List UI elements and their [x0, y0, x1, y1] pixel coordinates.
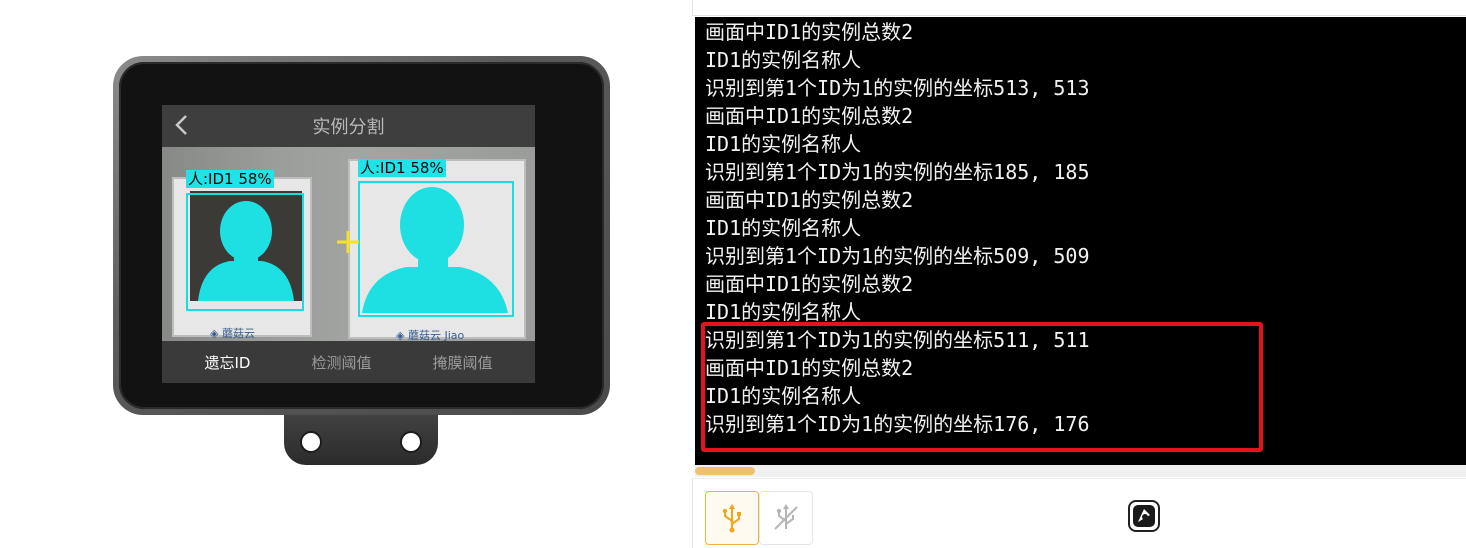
detection-box	[358, 181, 514, 317]
detection-box	[186, 193, 304, 311]
detection-label: 人:ID1 58%	[186, 170, 274, 188]
mask-threshold-button[interactable]: 掩膜阈值	[432, 352, 492, 373]
console-line: ID1的实例名称人	[705, 216, 862, 240]
console-output[interactable]: 画面中ID1的实例总数2 ID1的实例名称人 识别到第1个ID为1的实例的坐标5…	[695, 17, 1466, 465]
detection-threshold-button[interactable]: 检测阈值	[311, 352, 371, 373]
crosshair-plus-icon	[337, 231, 359, 253]
scrollbar-thumb[interactable]	[695, 467, 755, 475]
device-body: 实例分割 ◈ 蘑菇云 人:ID1 58% ◈ 蘑菇云 Jiao 人:ID1 58…	[113, 56, 610, 415]
console-line: 识别到第1个ID为1的实例的坐标185, 185	[705, 160, 1090, 184]
settings-icon	[1128, 500, 1160, 532]
usb-disconnected-icon	[774, 504, 798, 530]
card-logo: ◈ 蘑菇云	[210, 327, 255, 340]
horizontal-scrollbar[interactable]	[695, 465, 1466, 477]
console-line: ID1的实例名称人	[705, 132, 862, 156]
console-line: ID1的实例名称人	[705, 48, 862, 72]
console-line: 识别到第1个ID为1的实例的坐标513, 513	[705, 76, 1090, 100]
console-line: 画面中ID1的实例总数2	[705, 104, 914, 128]
monitor-top-bar	[692, 0, 1466, 16]
console-line: 画面中ID1的实例总数2	[705, 188, 914, 212]
console-line: 识别到第1个ID为1的实例的坐标509, 509	[705, 244, 1090, 268]
screen-topbar: 实例分割	[162, 105, 535, 147]
mounting-hole	[300, 431, 322, 453]
serial-monitor: 画面中ID1的实例总数2 ID1的实例名称人 识别到第1个ID为1的实例的坐标5…	[692, 0, 1466, 548]
camera-view: ◈ 蘑菇云 人:ID1 58% ◈ 蘑菇云 Jiao 人:ID1 58%	[162, 147, 535, 342]
usb-connected-icon	[722, 504, 741, 533]
device-panel: 实例分割 ◈ 蘑菇云 人:ID1 58% ◈ 蘑菇云 Jiao 人:ID1 58…	[0, 0, 692, 548]
usb-connect-button[interactable]	[705, 491, 759, 545]
console-line: 画面中ID1的实例总数2	[705, 272, 914, 296]
forget-id-button[interactable]: 遗忘ID	[204, 352, 250, 373]
device-screen: 实例分割 ◈ 蘑菇云 人:ID1 58% ◈ 蘑菇云 Jiao 人:ID1 58…	[162, 105, 535, 383]
settings-button[interactable]	[1127, 499, 1161, 533]
screen-title: 实例分割	[312, 117, 385, 138]
highlight-box	[701, 322, 1263, 452]
device-bezel: 实例分割 ◈ 蘑菇云 人:ID1 58% ◈ 蘑菇云 Jiao 人:ID1 58…	[119, 62, 604, 409]
usb-disconnect-button[interactable]	[759, 491, 813, 545]
console-line: 画面中ID1的实例总数2	[705, 20, 914, 44]
monitor-toolbar	[692, 478, 1466, 548]
detection-label: 人:ID1 58%	[358, 159, 446, 177]
mounting-hole	[400, 431, 422, 453]
screen-bottombar: 遗忘ID 检测阈值 掩膜阈值	[162, 341, 535, 383]
